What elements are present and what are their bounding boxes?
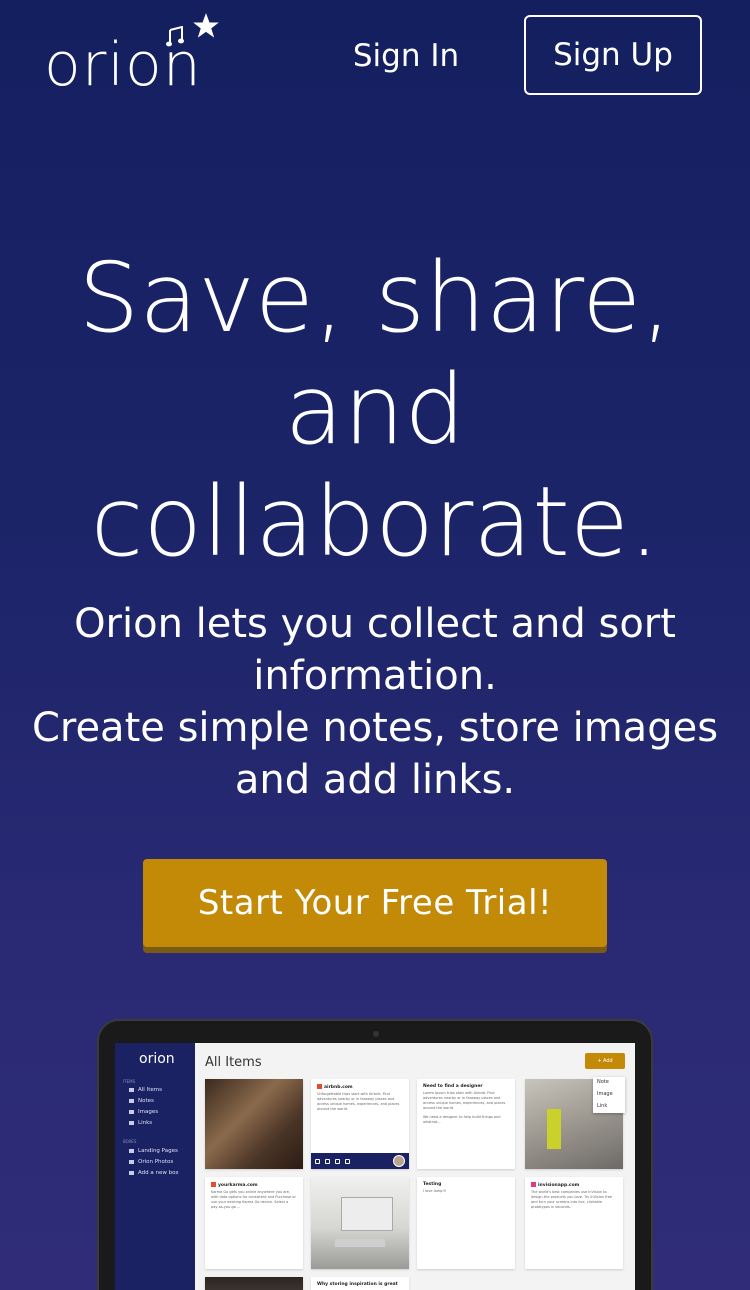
box-icon [129,1148,134,1153]
site-header: orion Sign In Sign Up [0,0,750,120]
airbnb-favicon-icon [317,1084,322,1089]
card-karma: yourkarma.com Karma Go gets you online a… [205,1177,303,1269]
music-note-icon [166,26,184,47]
image-icon [129,1109,134,1114]
avatar [393,1155,405,1167]
sidebar-item-links: Links [129,1120,152,1126]
hero-subtitle-line: information. [253,653,497,699]
imac-shape [341,1197,393,1231]
dropdown-item-image: Image [597,1091,613,1097]
sign-up-button[interactable]: Sign Up [524,15,702,95]
sidebar-section-label: Items [123,1079,136,1084]
edit-icon [325,1159,330,1164]
sidebar-item-images: Images [129,1109,158,1115]
share-icon [345,1159,350,1164]
sign-in-link[interactable]: Sign In [340,30,472,82]
keyboard-shape [335,1239,385,1247]
link-icon [129,1120,134,1125]
hero-title-line: collaborate. [90,466,660,578]
hero-subtitle: Orion lets you collect and sort informat… [20,598,730,806]
heart-icon [315,1159,320,1164]
orion-logo[interactable]: orion [44,12,224,102]
hero-subtitle-line: Create simple notes, store images [31,705,719,751]
hero-subtitle-line: Orion lets you collect and sort [74,601,676,647]
karma-favicon-icon [211,1182,216,1187]
hero-title: Save, share, and collaborate. [30,242,720,578]
photo-card-imac [311,1177,409,1269]
dropdown-item-link: Link [597,1103,608,1109]
plus-icon [129,1170,134,1175]
app-sidebar: orion Items All Items Notes Images Links… [115,1043,195,1290]
hero-title-line: and [284,354,466,466]
trash-icon [335,1159,340,1164]
sidebar-item-all-items: All Items [129,1087,162,1093]
app-screenshot: orion Items All Items Notes Images Links… [115,1043,635,1290]
app-logo: orion [139,1051,175,1067]
card-testing: Testing I love lamp!!! [417,1177,515,1269]
note-icon [129,1098,134,1103]
sidebar-item-notes: Notes [129,1098,154,1104]
card-inspiration: Why storing inspiration is great [311,1277,409,1290]
card-action-bar [311,1153,409,1169]
start-free-trial-button[interactable]: Start Your Free Trial! [143,859,607,947]
laptop-preview: orion Items All Items Notes Images Links… [97,1019,653,1290]
card-designer: Need to find a designer Lorem ipsum trip… [417,1079,515,1169]
card-airbnb: airbnb.com Unforgettable trips start wit… [311,1079,409,1169]
app-add-button: + Add [585,1053,625,1069]
laptop-camera [373,1031,379,1037]
hero-title-line: Save, share, [78,242,672,354]
grid-icon [129,1087,134,1092]
dropdown-item-note: Note [597,1079,609,1085]
invision-favicon-icon [531,1182,536,1187]
card-invision: invisionapp.com The world's best compani… [525,1177,623,1269]
yellow-sign [547,1109,561,1149]
photo-card-restaurant [205,1079,303,1169]
sidebar-section-label: Boxes [123,1139,137,1144]
hero-subtitle-line: and add links. [234,757,516,803]
star-icon [193,13,219,38]
photo-card-bar [205,1277,303,1290]
add-dropdown-menu: Note Image Link [593,1077,625,1113]
app-page-title: All Items [205,1055,262,1070]
box-icon [129,1159,134,1164]
sidebar-item-add-box: Add a new box [129,1170,179,1176]
sidebar-item-landing-pages: Landing Pages [129,1148,178,1154]
sidebar-item-orion-photos: Orion Photos [129,1159,173,1165]
